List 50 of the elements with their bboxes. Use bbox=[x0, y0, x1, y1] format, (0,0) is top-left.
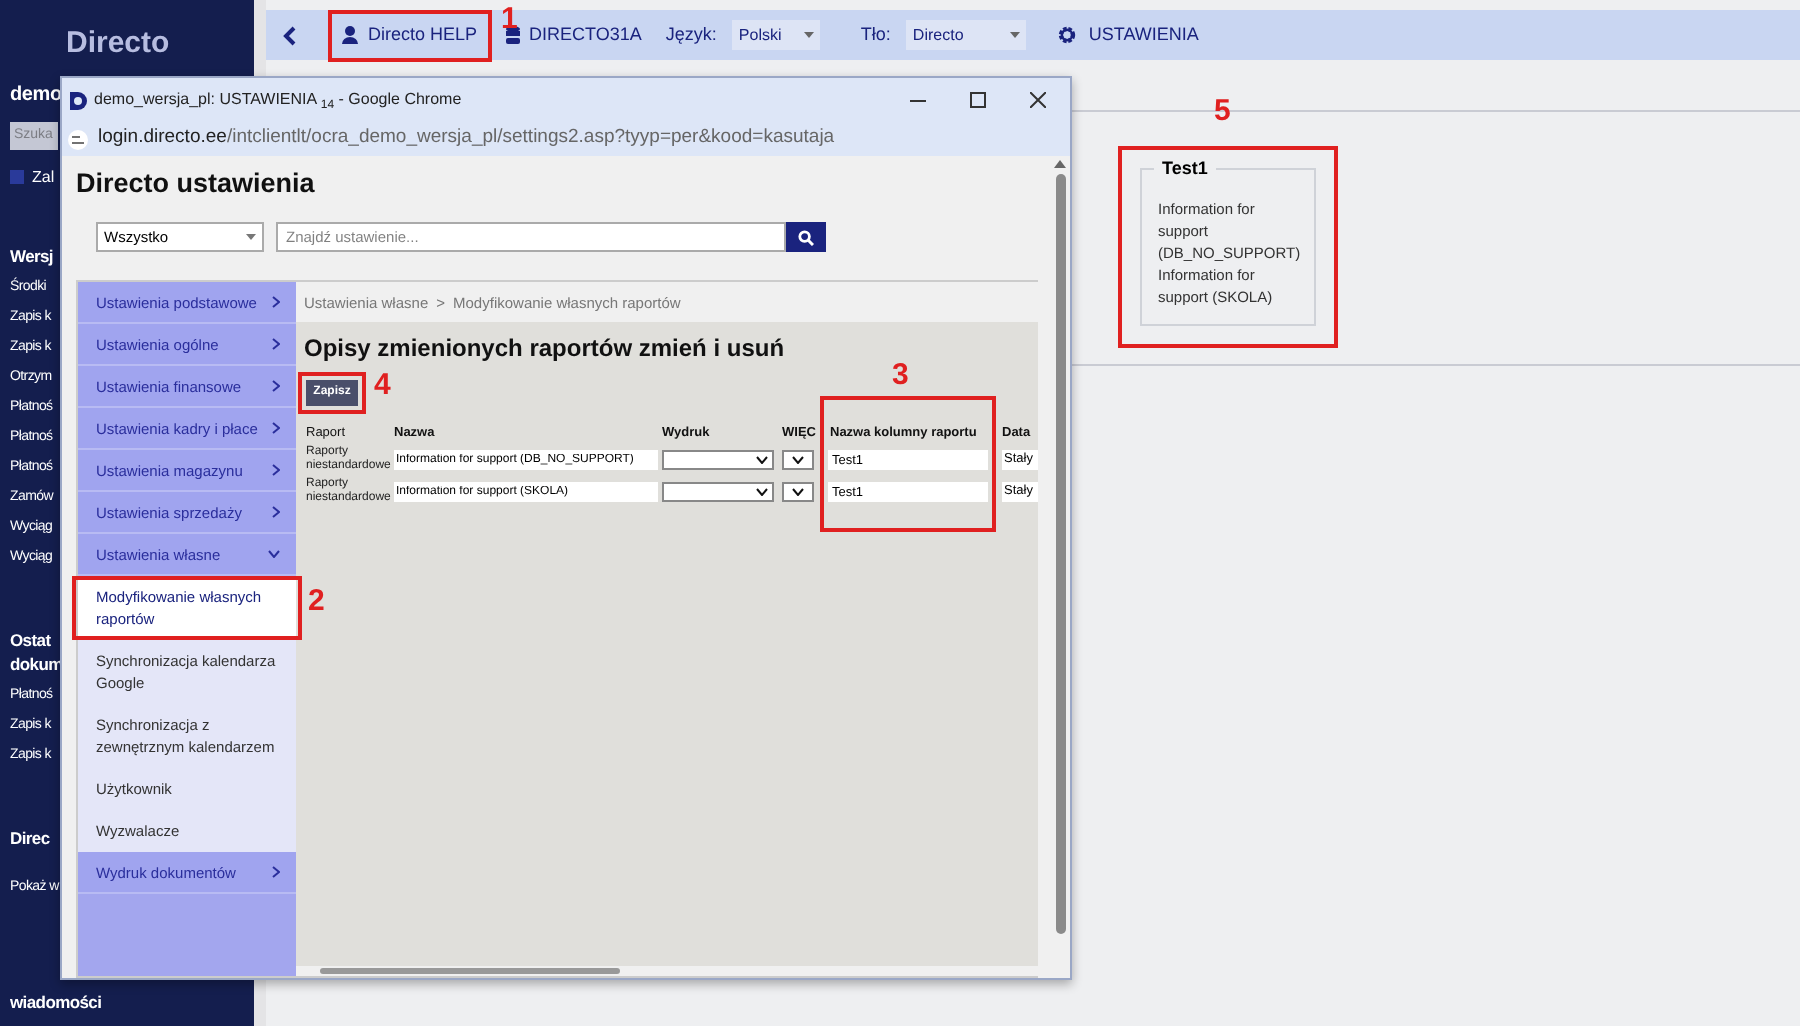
settings-button[interactable]: USTAWIENIA bbox=[1058, 21, 1199, 49]
dropdown-icon bbox=[246, 234, 256, 241]
sidebar-link[interactable]: Zal bbox=[32, 165, 55, 189]
option-select[interactable] bbox=[782, 450, 814, 471]
dropdown-icon bbox=[1010, 32, 1021, 38]
database-icon bbox=[505, 26, 520, 44]
section-title: wiadomości bbox=[10, 989, 102, 1013]
chevron-right-icon bbox=[272, 866, 280, 879]
site-settings-icon bbox=[68, 129, 88, 149]
logo: Directo bbox=[66, 24, 172, 64]
chevron-right-icon bbox=[272, 506, 280, 519]
annotation-number: 4 bbox=[374, 368, 391, 403]
language-label: Język: bbox=[665, 21, 717, 48]
chevron-right-icon bbox=[272, 422, 280, 435]
chevron-right-icon bbox=[272, 380, 280, 393]
annotation-number: 3 bbox=[892, 358, 909, 393]
window-title: demo_wersja_pl: USTAWIENIA $_{14}$ - Google Chrome bbox=[94, 88, 462, 112]
annotation-number: 1 bbox=[501, 1, 518, 35]
app-logo-icon bbox=[70, 91, 88, 109]
search-button[interactable] bbox=[786, 222, 826, 253]
chevron-down-icon bbox=[756, 456, 768, 465]
settings-icon bbox=[1058, 26, 1077, 44]
background-label: Tło: bbox=[860, 21, 891, 48]
background-select[interactable]: Directo bbox=[906, 20, 1027, 50]
chevron-down-icon bbox=[792, 456, 804, 465]
chevron-down-icon bbox=[756, 488, 768, 497]
annotation-number: 2 bbox=[308, 584, 325, 619]
scrollbar-icon bbox=[320, 968, 620, 974]
chevron-right-icon bbox=[272, 296, 280, 309]
dropdown-icon bbox=[804, 32, 815, 38]
back-icon bbox=[282, 25, 298, 45]
page-title: Opisy zmienionych raportów zmień i usuń bbox=[304, 332, 787, 367]
chevron-down-icon bbox=[792, 488, 804, 497]
section-title: Wersj bbox=[10, 243, 53, 267]
scroll-up-icon bbox=[1054, 160, 1066, 168]
option-select[interactable] bbox=[782, 482, 814, 503]
close-icon bbox=[1030, 92, 1046, 108]
chevron-right-icon bbox=[272, 338, 280, 351]
scrollbar-icon bbox=[1055, 174, 1065, 934]
company-name: demo bbox=[10, 81, 62, 109]
search-icon bbox=[798, 229, 814, 246]
chevron-down-icon bbox=[268, 550, 280, 559]
square-icon bbox=[10, 170, 24, 184]
maximize-icon bbox=[970, 92, 986, 108]
section-title: Direc bbox=[10, 825, 50, 849]
annotation-number: 5 bbox=[1214, 94, 1231, 128]
language-select[interactable]: Polski bbox=[732, 20, 821, 50]
chevron-right-icon bbox=[272, 464, 280, 477]
page-heading: Directo ustawienia bbox=[76, 166, 317, 202]
user-icon bbox=[342, 26, 358, 44]
